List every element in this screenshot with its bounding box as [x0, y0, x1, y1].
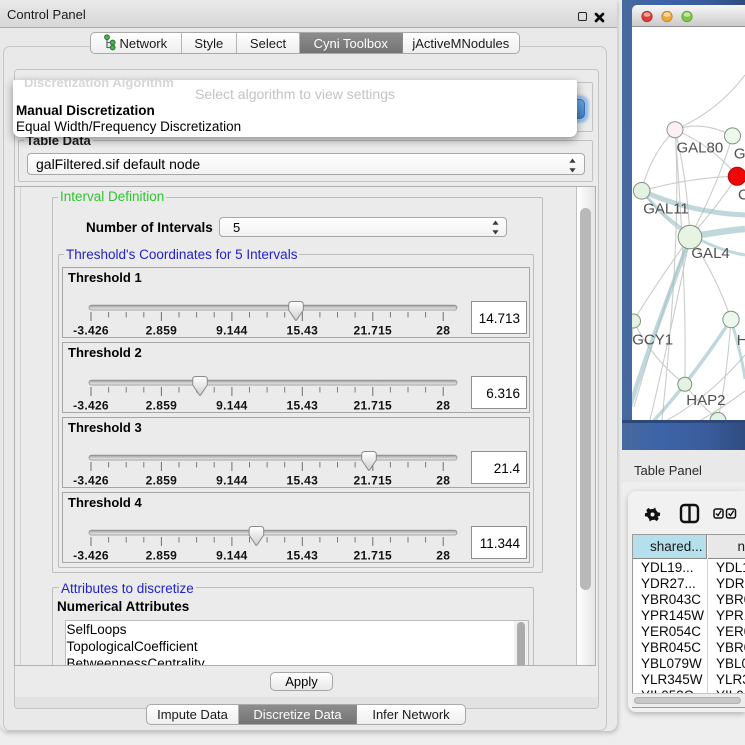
svg-text:H: H	[737, 332, 745, 349]
svg-text:-3.426: -3.426	[73, 324, 109, 338]
svg-text:15.43: 15.43	[287, 399, 319, 413]
svg-text:9.144: 9.144	[216, 324, 248, 338]
svg-text:28: 28	[436, 399, 450, 413]
svg-text:21.715: 21.715	[354, 399, 393, 413]
svg-text:28: 28	[436, 549, 450, 563]
svg-text:-3.426: -3.426	[73, 549, 109, 563]
svg-text:28: 28	[436, 324, 450, 338]
svg-text:9.144: 9.144	[216, 399, 248, 413]
svg-text:GCY1: GCY1	[632, 332, 673, 349]
svg-text:GAL4: GAL4	[691, 245, 729, 262]
svg-text:15.43: 15.43	[287, 474, 319, 488]
svg-text:28: 28	[436, 474, 450, 488]
svg-text:GAL11: GAL11	[643, 201, 689, 218]
svg-text:-3.426: -3.426	[73, 399, 109, 413]
svg-text:21.715: 21.715	[354, 474, 393, 488]
svg-text:2.859: 2.859	[146, 324, 178, 338]
svg-text:21.715: 21.715	[354, 549, 393, 563]
svg-text:9.144: 9.144	[216, 549, 248, 563]
svg-text:9.144: 9.144	[216, 474, 248, 488]
svg-text:2.859: 2.859	[146, 549, 178, 563]
svg-text:21.715: 21.715	[354, 324, 393, 338]
svg-text:C: C	[738, 187, 745, 204]
svg-text:GA: GA	[734, 146, 745, 163]
svg-text:HAP2: HAP2	[686, 392, 725, 409]
svg-text:2.859: 2.859	[146, 399, 178, 413]
svg-text:2.859: 2.859	[146, 474, 178, 488]
svg-text:-3.426: -3.426	[73, 474, 109, 488]
svg-text:15.43: 15.43	[287, 324, 319, 338]
svg-text:GAL80: GAL80	[677, 140, 724, 157]
svg-text:15.43: 15.43	[287, 549, 319, 563]
